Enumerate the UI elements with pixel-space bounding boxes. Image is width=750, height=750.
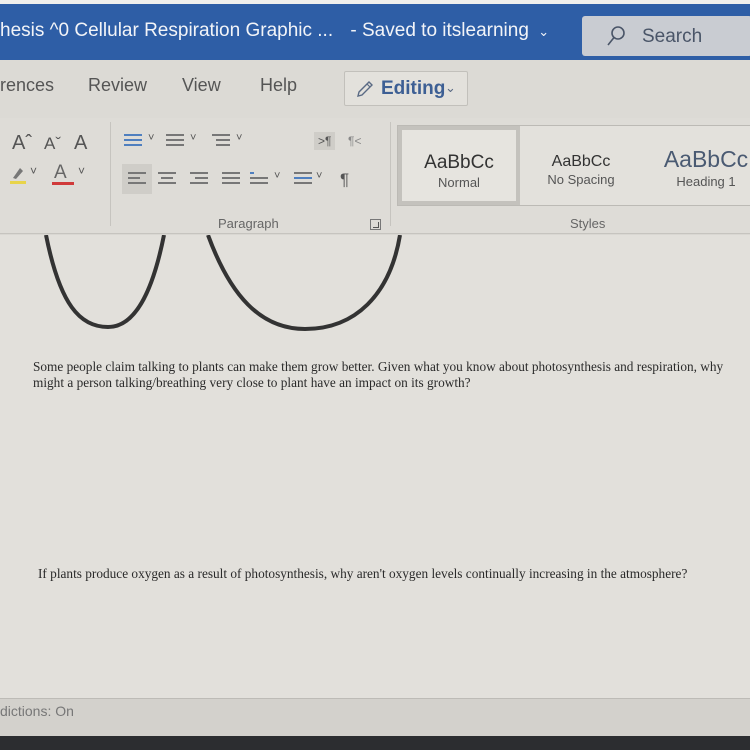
- style-heading-1[interactable]: AaBbCc Heading 1: [646, 126, 750, 205]
- style-name: Heading 1: [676, 174, 736, 189]
- tab-help[interactable]: Help: [260, 75, 297, 96]
- tab-references[interactable]: rences: [0, 75, 54, 96]
- numbering-button[interactable]: ˅: [166, 132, 202, 150]
- paragraph-spacing-icon: [294, 172, 312, 186]
- ribbon: Aˆ Aˇ A ˅ A ˅ ˅ ˅ ˅ >¶ ¶< ˅ ˅ ¶ Paragrap…: [0, 118, 750, 264]
- bullet-list-icon: [124, 134, 142, 148]
- grow-font-button[interactable]: Aˆ: [12, 132, 32, 155]
- line-spacing-button[interactable]: ˅: [250, 170, 286, 188]
- save-status[interactable]: - Saved to itslearning ⌄: [350, 20, 549, 41]
- styles-group-label: Styles: [570, 216, 606, 231]
- chevron-down-icon: ˅: [274, 170, 281, 182]
- search-icon: [607, 26, 625, 46]
- search-placeholder: Search: [642, 26, 703, 47]
- chevron-down-icon: ˅: [78, 164, 86, 178]
- chevron-down-icon: ˅: [316, 170, 323, 182]
- chevron-down-icon: ˅: [148, 132, 155, 144]
- diagram-curves: [44, 235, 402, 332]
- screen-bezel: [0, 736, 750, 750]
- chevron-down-icon: ⌄: [445, 80, 456, 95]
- align-left-icon: [128, 172, 146, 186]
- chevron-down-icon: ˅: [236, 132, 243, 144]
- numbered-list-icon: [166, 134, 184, 148]
- status-bar: dictions: On: [0, 698, 750, 736]
- paragraph-group-label: Paragraph: [218, 216, 279, 231]
- style-sample: AaBbCc: [551, 153, 611, 170]
- justify-button[interactable]: [222, 172, 240, 186]
- question-2[interactable]: If plants produce oxygen as a result of …: [38, 566, 718, 582]
- paragraph-spacing-button[interactable]: ˅: [294, 170, 330, 188]
- clear-formatting-button[interactable]: A: [74, 132, 87, 155]
- show-formatting-marks-button[interactable]: ¶: [340, 170, 349, 190]
- style-no-spacing[interactable]: AaBbCc No Spacing: [520, 126, 642, 205]
- group-divider: [110, 122, 111, 226]
- align-right-button[interactable]: [190, 172, 208, 186]
- pencil-icon: [357, 81, 373, 97]
- editing-label: Editing: [381, 78, 446, 99]
- style-sample: AaBbCc: [663, 146, 749, 172]
- multilevel-list-icon: [212, 134, 230, 148]
- style-sample: AaBbCc: [424, 152, 494, 173]
- document-canvas[interactable]: Some people claim talking to plants can …: [0, 235, 750, 698]
- clear-formatting-icon: A: [74, 132, 88, 154]
- chevron-down-icon: ˅: [190, 132, 197, 144]
- highlight-color-button[interactable]: ˅: [10, 164, 38, 186]
- editing-mode-button[interactable]: Editing ⌄: [344, 71, 468, 106]
- left-curve: [44, 235, 166, 330]
- styles-gallery: AaBbCc Normal AaBbCc No Spacing AaBbCc H…: [397, 125, 750, 206]
- document-title[interactable]: hesis ^0 Cellular Respiration Graphic ..…: [0, 20, 333, 41]
- style-name: Normal: [438, 175, 480, 190]
- shrink-font-button[interactable]: Aˇ: [44, 134, 61, 154]
- text-predictions-status[interactable]: dictions: On: [0, 703, 74, 719]
- right-curve: [206, 235, 402, 332]
- chevron-down-icon: ⌄: [538, 24, 550, 39]
- menu-bar: rences Review View Help Editing ⌄: [0, 66, 750, 118]
- title-bar: hesis ^0 Cellular Respiration Graphic ..…: [0, 0, 750, 66]
- font-color-swatch: [52, 182, 74, 185]
- search-box[interactable]: Search: [582, 16, 750, 56]
- multilevel-list-button[interactable]: ˅: [212, 132, 248, 150]
- align-center-button[interactable]: [158, 172, 176, 186]
- tab-review[interactable]: Review: [88, 75, 147, 96]
- dialog-launcher-icon[interactable]: [370, 219, 381, 230]
- question-1[interactable]: Some people claim talking to plants can …: [33, 359, 733, 391]
- style-normal[interactable]: AaBbCc Normal: [398, 126, 520, 205]
- tab-view[interactable]: View: [182, 75, 221, 96]
- chevron-down-icon: ˅: [30, 164, 38, 178]
- title-text: hesis ^0 Cellular Respiration Graphic ..…: [0, 20, 549, 42]
- line-spacing-icon: [250, 172, 268, 186]
- save-status-label: - Saved to itslearning: [350, 20, 529, 41]
- rtl-button[interactable]: ¶<: [348, 134, 361, 148]
- font-color-icon: A: [54, 162, 67, 183]
- font-color-button[interactable]: A ˅: [52, 162, 92, 186]
- align-left-button[interactable]: [122, 164, 152, 194]
- ltr-button[interactable]: >¶: [314, 132, 336, 150]
- bullets-button[interactable]: ˅: [124, 132, 160, 150]
- style-name: No Spacing: [547, 172, 615, 187]
- group-divider: [390, 122, 391, 226]
